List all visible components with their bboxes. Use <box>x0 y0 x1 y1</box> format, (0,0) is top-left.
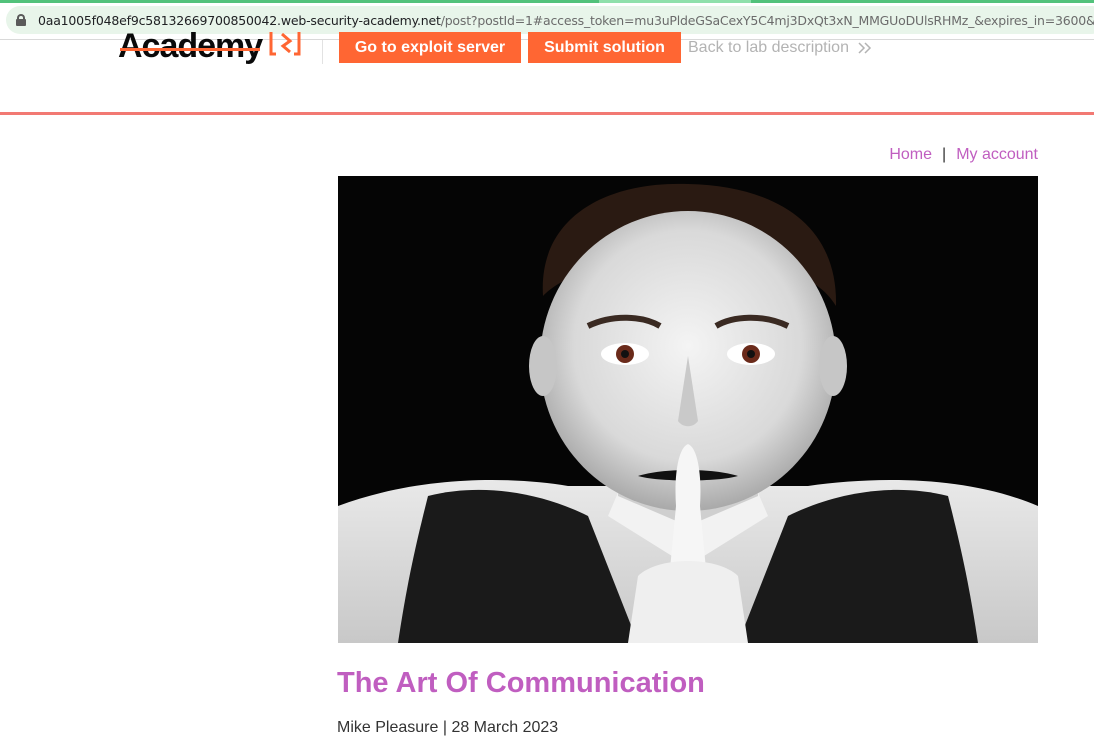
go-to-exploit-server-button[interactable]: Go to exploit server <box>339 32 521 63</box>
academy-logo[interactable]: Academy <box>118 32 303 68</box>
url-path: /post?postId=1#access_token=mu3uPldeGSaC… <box>440 12 1094 28</box>
header-rule <box>0 112 1094 115</box>
blog-nav: Home | My account <box>889 144 1038 166</box>
mime-portrait-illustration <box>338 176 1038 643</box>
url-host: 0aa1005f048ef9c58132669700850042.web-sec… <box>38 12 441 28</box>
post-author: Mike Pleasure <box>337 719 439 736</box>
double-chevron-right-icon <box>858 42 872 54</box>
home-link[interactable]: Home <box>889 146 932 164</box>
logo-text: Academy <box>118 32 263 65</box>
logo-underline <box>120 48 260 51</box>
my-account-link[interactable]: My account <box>956 146 1038 164</box>
submit-solution-button[interactable]: Submit solution <box>528 32 681 63</box>
tab-strip <box>0 0 1094 3</box>
header-divider <box>322 40 323 64</box>
lock-icon[interactable] <box>16 14 26 26</box>
post-byline: Mike Pleasure | 28 March 2023 <box>337 719 558 737</box>
post-date: 28 March 2023 <box>451 719 559 736</box>
nav-separator: | <box>942 146 947 163</box>
back-link-label: Back to lab description <box>688 39 849 56</box>
post-image <box>338 176 1038 643</box>
address-bar[interactable]: 0aa1005f048ef9c58132669700850042.web-sec… <box>6 6 1094 34</box>
back-to-lab-description-link[interactable]: Back to lab description <box>688 38 873 58</box>
logo-bracket-icon <box>269 32 301 56</box>
lab-header: Academy Go to exploit server Submit solu… <box>0 32 1094 115</box>
byline-separator: | <box>442 719 447 736</box>
post-title: The Art Of Communication <box>337 667 705 699</box>
